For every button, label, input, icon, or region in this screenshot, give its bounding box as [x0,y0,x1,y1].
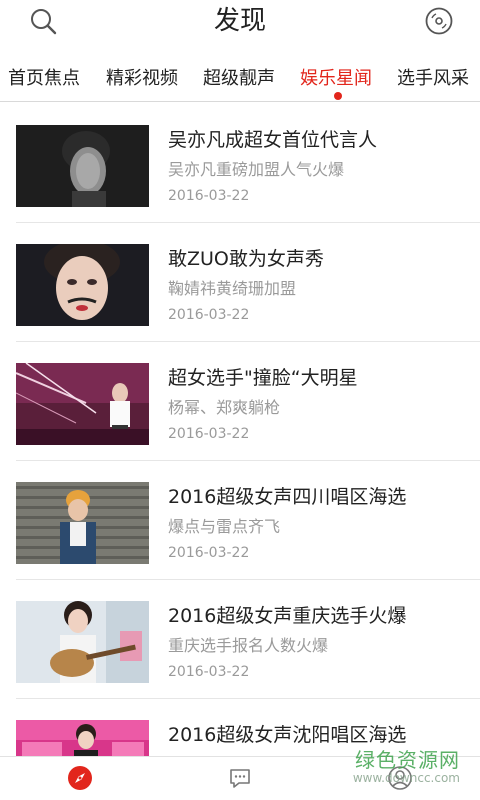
category-tabs: 首页焦点 精彩视频 超级靓声 娱乐星闻 选手风采 [0,58,480,102]
article-title: 吴亦凡成超女首位代言人 [168,129,378,151]
article-subtitle: 鞠婧祎黄绮珊加盟 [168,279,297,298]
article-subtitle: 吴亦凡重磅加盟人气火爆 [168,160,345,179]
article-date: 2016-03-22 [168,188,250,204]
article-subtitle: 杨幂、郑爽躺枪 [168,398,281,417]
article-thumbnail [16,482,149,564]
article-title: 超女选手"撞脸“大明星 [168,367,358,389]
watermark-title: 绿色资源网 [355,748,460,772]
watermark: 绿色资源网 www.downcc.com [353,744,460,785]
page-title: 发现 [213,6,266,36]
article-thumbnail [16,244,149,326]
active-tab-indicator [334,92,342,100]
article-thumbnail [16,720,149,756]
article-thumbnail [16,125,149,207]
watermark-url: www.downcc.com [352,771,460,785]
tab-videos[interactable]: 精彩视频 [106,64,178,90]
bottom-nav-discover[interactable] [0,757,160,800]
list-item[interactable]: 2016超级女声四川唱区海选 爆点与雷点齐飞 2016-03-22 [0,461,480,580]
list-item[interactable]: 敢ZUO敢为女声秀 鞠婧祎黄绮珊加盟 2016-03-22 [0,223,480,342]
article-date: 2016-03-22 [168,545,250,561]
article-subtitle: 爆点与雷点齐飞 [168,517,281,536]
compass-icon [67,765,93,791]
article-thumbnail [16,363,149,445]
article-list: 吴亦凡成超女首位代言人 吴亦凡重磅加盟人气火爆 2016-03-22 敢ZUO敢… [0,104,480,756]
list-item[interactable]: 吴亦凡成超女首位代言人 吴亦凡重磅加盟人气火爆 2016-03-22 [0,104,480,223]
chat-icon [227,765,253,791]
article-title: 2016超级女声四川唱区海选 [168,486,407,508]
article-title: 2016超级女声重庆选手火爆 [168,605,407,627]
article-date: 2016-03-22 [168,307,250,323]
article-date: 2016-03-22 [168,664,250,680]
bottom-nav-messages[interactable] [160,757,320,800]
tab-contestants[interactable]: 选手风采 [397,64,469,90]
article-subtitle: 重庆选手报名人数火爆 [168,636,329,655]
list-item[interactable]: 超女选手"撞脸“大明星 杨幂、郑爽躺枪 2016-03-22 [0,342,480,461]
article-title: 敢ZUO敢为女声秀 [168,248,324,270]
app-header: 发现 [0,0,480,44]
list-item[interactable]: 2016超级女声重庆选手火爆 重庆选手报名人数火爆 2016-03-22 [0,580,480,699]
tab-entertainment-news[interactable]: 娱乐星闻 [300,64,372,90]
disc-icon[interactable] [424,6,454,36]
tab-homepage-focus[interactable]: 首页焦点 [8,64,80,90]
tab-super-voices[interactable]: 超级靓声 [203,64,275,90]
article-thumbnail [16,601,149,683]
article-date: 2016-03-22 [168,426,250,442]
article-title: 2016超级女声沈阳唱区海选 [168,724,407,746]
